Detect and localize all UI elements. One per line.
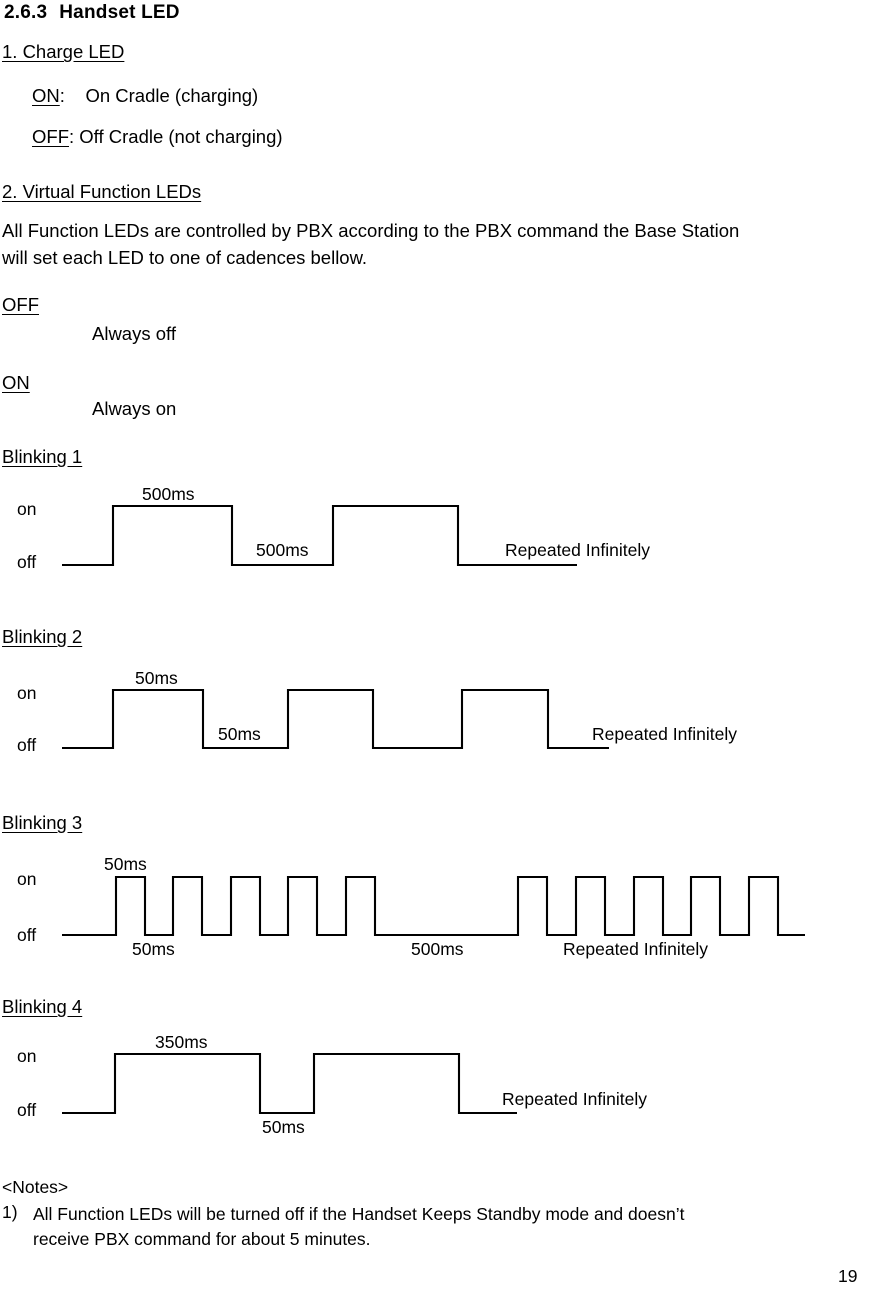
blinking-2-on-label: on [17, 683, 37, 703]
blinking-4-on-duration-label: 350ms [155, 1032, 208, 1052]
notes-heading: <Notes> [2, 1177, 69, 1197]
blinking-3-off-label: off [17, 925, 37, 945]
blinking-2-off-label: off [17, 735, 37, 755]
waveform-path-blinking-4 [62, 1052, 517, 1115]
waveform-title-blinking-3: Blinking 3 [2, 812, 83, 833]
blinking-3-repeat-label: Repeated Infinitely [563, 939, 708, 959]
waveform-path-blinking-3 [62, 875, 805, 937]
blinking-4-off-duration-label: 50ms [262, 1117, 305, 1137]
note-number-1: 1) [2, 1202, 18, 1222]
blinking-4-off-label: off [17, 1100, 37, 1120]
blinking-3-on-duration-label: 50ms [104, 854, 147, 874]
blinking-3-off-duration-label: 50ms [132, 939, 175, 959]
blinking-3-gap-duration-label: 500ms [411, 939, 464, 959]
waveform-svg-layer [62, 504, 805, 1115]
waveform-path-blinking-1 [62, 504, 577, 567]
waveform-title-blinking-2: Blinking 2 [2, 626, 83, 647]
blinking-4-on-label: on [17, 1046, 37, 1066]
note-text-1-line2: receive PBX command for about 5 minutes. [33, 1229, 371, 1249]
blinking-2-off-duration-label: 50ms [218, 724, 261, 744]
waveform-path-blinking-2 [62, 688, 609, 750]
blinking-3-on-label: on [17, 869, 37, 889]
waveform-title-blinking-4: Blinking 4 [2, 996, 83, 1017]
blinking-2-on-duration-label: 50ms [135, 668, 178, 688]
note-text-1-line1: All Function LEDs will be turned off if … [33, 1204, 685, 1224]
blinking-4-repeat-label: Repeated Infinitely [502, 1089, 647, 1109]
page-number: 19 [838, 1266, 858, 1286]
document-page: 2.6.3 Handset LED 1. Charge LED ON: On Cr… [0, 0, 875, 1303]
blinking-2-repeat-label: Repeated Infinitely [592, 724, 737, 744]
